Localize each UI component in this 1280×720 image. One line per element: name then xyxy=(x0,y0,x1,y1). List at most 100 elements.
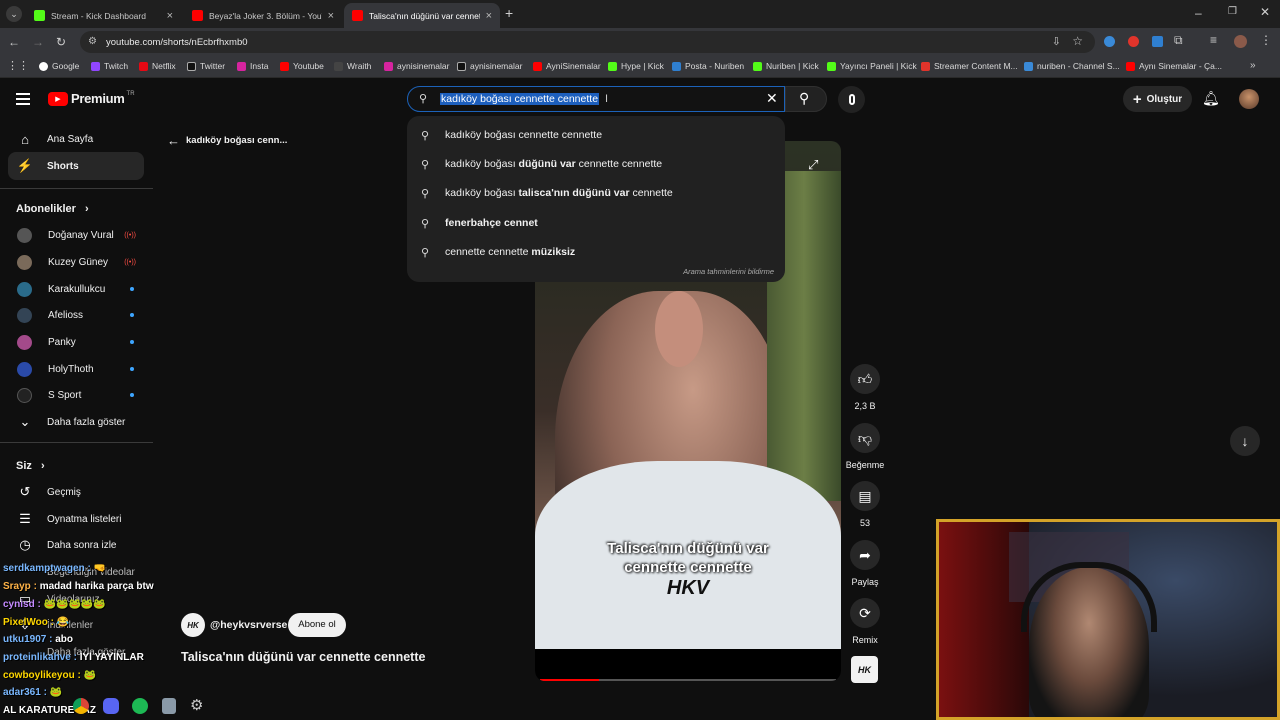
apps-icon[interactable]: ⋮⋮ xyxy=(7,59,29,72)
close-tab-icon[interactable]: × xyxy=(167,10,173,22)
site-info-icon[interactable]: ⚙ xyxy=(88,36,97,47)
subscription-item[interactable]: Afelioss xyxy=(8,301,144,329)
extension-icon[interactable] xyxy=(1128,36,1139,47)
subscription-item[interactable]: S Sport xyxy=(8,381,144,409)
close-tab-icon[interactable]: × xyxy=(328,10,334,22)
share-button[interactable]: ➦ Paylaş xyxy=(848,540,882,587)
bookmark-wraith[interactable]: Wraith xyxy=(334,61,371,71)
bookmark-aynisinemalar-x[interactable]: aynisinemalar xyxy=(457,61,522,71)
browser-tab-kick[interactable]: Stream - Kick Dashboard × xyxy=(26,3,181,28)
bookmark-posta[interactable]: Posta - Nuriben xyxy=(672,61,744,71)
youtube-logo[interactable]: ▶ Premium TR xyxy=(48,91,135,106)
create-button[interactable]: + Oluştur xyxy=(1123,86,1192,112)
maximize-icon[interactable]: ❐ xyxy=(1228,6,1237,17)
discord-icon[interactable] xyxy=(103,698,119,714)
close-window-icon[interactable]: ✕ xyxy=(1260,5,1270,19)
bookmark-insta[interactable]: Insta xyxy=(237,61,268,71)
sidebar-item-playlists[interactable]: ☰ Oynatma listeleri xyxy=(8,505,144,533)
like-button[interactable]: 👍︎ 2,3 B xyxy=(848,364,882,411)
notifications-bell-icon[interactable]: 🔔︎ xyxy=(1202,90,1220,107)
sidebar-item-watch-later[interactable]: ◷ Daha sonra izle xyxy=(8,531,144,559)
puzzle-icon[interactable]: ⧉ xyxy=(1174,33,1183,48)
avatar xyxy=(17,361,32,377)
comments-button[interactable]: ▤ 53 xyxy=(848,481,882,528)
sidebar-item-shorts[interactable]: ⚡ Shorts xyxy=(8,152,144,180)
new-tab-button[interactable]: + xyxy=(505,5,513,21)
report-predictions-link[interactable]: Arama tahminlerini bildirme xyxy=(683,267,774,276)
subscribe-button[interactable]: Abone ol xyxy=(288,613,346,637)
search-icon: ⚲ xyxy=(421,187,430,200)
bookmark-twitter[interactable]: Twitter xyxy=(187,61,225,71)
next-video-button[interactable]: ↓ xyxy=(1230,426,1260,456)
install-icon[interactable]: ⇩ xyxy=(1052,35,1061,48)
video-progress-track[interactable] xyxy=(540,679,836,681)
bookmark-hype-kick[interactable]: Hype | Kick xyxy=(608,61,664,71)
extension-icon[interactable] xyxy=(1104,36,1115,47)
sidebar-item-history[interactable]: ↺ Geçmiş xyxy=(8,478,144,506)
bookmark-star-icon[interactable]: ☆ xyxy=(1072,34,1083,48)
search-icon: ⚲ xyxy=(419,93,428,105)
bookmark-nuriben-kick[interactable]: Nuriben | Kick xyxy=(753,61,819,71)
search-suggestion[interactable]: ⚲ kadıköy boğası düğünü var cennette cen… xyxy=(407,152,785,176)
bookmark-twitch[interactable]: Twitch xyxy=(91,61,128,71)
bookmark-netflix[interactable]: Netflix xyxy=(139,61,176,71)
settings-gear-icon[interactable]: ⚙ xyxy=(190,696,203,714)
account-avatar[interactable] xyxy=(1239,89,1259,109)
voice-search-button[interactable] xyxy=(838,86,865,113)
subscription-item[interactable]: HolyThoth xyxy=(8,355,144,383)
bookmark-ayni-sinemalar[interactable]: Aynı Sinemalar - Ça... xyxy=(1126,61,1222,71)
minimize-icon[interactable]: – xyxy=(1195,6,1202,20)
bookmark-channel-studio[interactable]: nuriben - Channel S... xyxy=(1024,61,1120,71)
browser-tab-joker[interactable]: Beyaz'la Joker 3. Bölüm - YouTu × xyxy=(184,3,342,28)
bookmark-google[interactable]: Google xyxy=(39,61,79,71)
chevron-right-icon: › xyxy=(84,203,89,215)
media-icon[interactable]: ≡ xyxy=(1210,33,1217,47)
search-suggestion[interactable]: ⚲ kadıköy boğası talisca'nın düğünü var … xyxy=(407,181,785,205)
search-button[interactable]: ⚲ xyxy=(785,86,827,112)
reload-icon[interactable]: ↻ xyxy=(56,35,66,49)
bookmark-aynisinemalar-yt[interactable]: AyniSinemalar xyxy=(533,61,601,71)
subscription-item[interactable]: Kuzey Güney ((•)) xyxy=(8,248,144,276)
tab-search-icon[interactable]: ⌄ xyxy=(6,6,22,22)
back-icon[interactable]: ← xyxy=(8,35,20,49)
you-heading[interactable]: Siz › xyxy=(16,460,45,472)
channel-avatar[interactable]: HK xyxy=(181,613,205,637)
subscription-item[interactable]: Doğanay Vural ((•)) xyxy=(8,221,144,249)
fullscreen-icon[interactable]: ⤢ xyxy=(808,157,818,173)
search-suggestion[interactable]: ⚲ kadıköy boğası cennette cennette xyxy=(407,123,785,147)
sidebar-item-home[interactable]: ⌂ Ana Sayfa xyxy=(8,125,144,153)
address-bar[interactable]: ⚙ youtube.com/shorts/nEcbrfhxmb0 ⇩ ☆ xyxy=(80,31,1095,53)
microphone-icon xyxy=(848,94,855,105)
bookmark-aynisinemalar-insta[interactable]: aynisinemalar xyxy=(384,61,449,71)
profile-avatar[interactable] xyxy=(1234,35,1247,48)
channel-thumbnail-button[interactable]: HK xyxy=(851,656,878,683)
bookmark-streamer-content[interactable]: Streamer Content M... xyxy=(921,61,1018,71)
close-tab-icon[interactable]: × xyxy=(486,10,492,22)
search-input[interactable]: kadıköy boğası cennette cennette xyxy=(440,93,600,105)
menu-dots-icon[interactable]: ⋮ xyxy=(1260,33,1272,47)
more-bookmarks-icon[interactable]: » xyxy=(1250,60,1256,71)
subscriptions-heading[interactable]: Abonelikler › xyxy=(16,203,89,215)
search-suggestion[interactable]: ⚲ fenerbahçe cennet xyxy=(407,211,785,235)
hamburger-menu-icon[interactable] xyxy=(16,93,30,105)
spotify-icon[interactable] xyxy=(132,698,148,714)
thumbs-up-icon: 👍︎ xyxy=(850,364,880,394)
app-icon[interactable] xyxy=(162,698,176,714)
extension-icon[interactable] xyxy=(1152,36,1163,47)
search-box[interactable]: ⚲ kadıköy boğası cennette cennette I ✕ xyxy=(407,86,785,112)
chrome-icon[interactable] xyxy=(73,698,89,714)
browser-tab-talisca[interactable]: Talisca'nın düğünü var cennette × xyxy=(344,3,500,28)
channel-handle[interactable]: @heykvsrverse xyxy=(210,619,287,631)
subscription-item[interactable]: Panky xyxy=(8,328,144,356)
bookmark-youtube[interactable]: Youtube xyxy=(280,61,324,71)
forward-icon[interactable]: → xyxy=(32,35,44,49)
back-arrow-icon: ← xyxy=(167,133,180,148)
back-to-search-button[interactable]: ← kadıköy boğası cenn... xyxy=(167,133,287,148)
search-suggestion[interactable]: ⚲ cennette cennette müziksiz xyxy=(407,240,785,264)
bookmark-yayinci-paneli[interactable]: Yayıncı Paneli | Kick xyxy=(827,61,917,71)
dislike-button[interactable]: 👎︎ Beğenme xyxy=(842,423,888,470)
show-more-subscriptions[interactable]: ⌄ Daha fazla göster xyxy=(8,408,144,436)
remix-button[interactable]: ⟳ Remix xyxy=(848,598,882,645)
clear-search-icon[interactable]: ✕ xyxy=(766,90,778,107)
subscription-item[interactable]: Karakullukcu xyxy=(8,275,144,303)
